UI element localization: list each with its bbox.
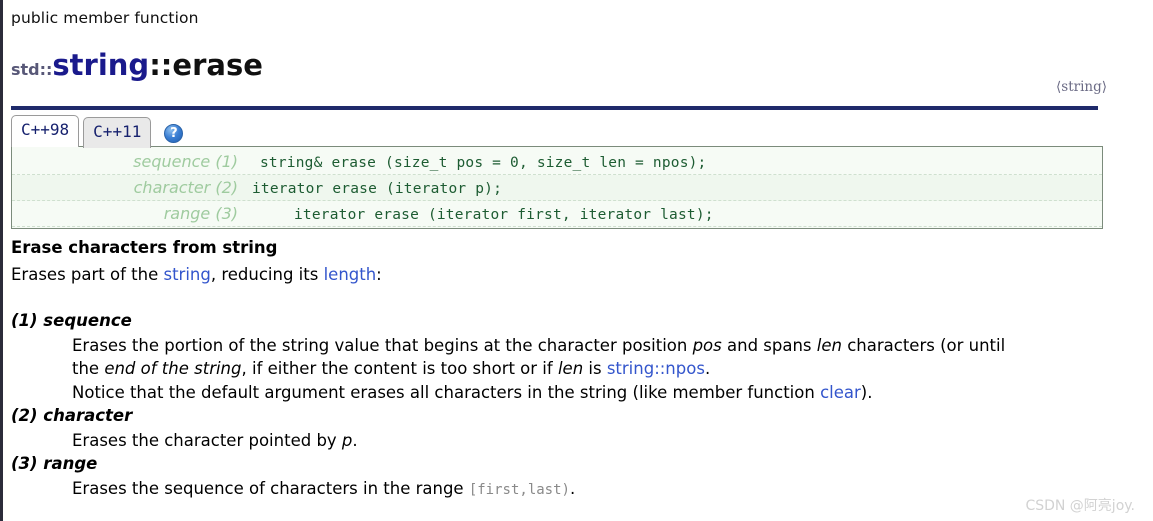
inline-text: and spans <box>721 335 817 355</box>
variant-heading-character: (2) character <box>11 406 133 426</box>
inline-parameter: len <box>557 359 584 379</box>
title-row: std::string::erase ⟨string⟩ <box>11 29 1153 100</box>
intro-text-3: : <box>376 265 382 285</box>
signature-code-character: iterator erase (iterator p); <box>252 181 503 198</box>
inline-text: . <box>352 430 358 450</box>
inline-text: Erases the sequence of characters in the… <box>72 478 469 498</box>
inline-code: [first,last) <box>468 481 570 498</box>
signature-label-sequence: sequence (1) <box>133 152 238 172</box>
title-divider <box>11 106 1098 111</box>
inline-text: Erases the portion of the string value t… <box>72 335 693 355</box>
function-name: erase <box>172 48 263 83</box>
signature-table: sequence (1) string& erase (size_t pos =… <box>11 146 1103 230</box>
inline-parameter: end of the string <box>104 359 242 379</box>
link-string[interactable]: string <box>163 265 210 284</box>
help-icon[interactable]: ? <box>164 124 184 144</box>
variant-line: Erases the sequence of characters in the… <box>72 477 1153 501</box>
signature-code-range: iterator erase (iterator first, iterator… <box>294 207 714 224</box>
version-tab-bar: C++98 C++11 ? <box>11 115 1153 149</box>
inline-text: is <box>583 359 607 379</box>
signature-row-character: character (2) iterator erase (iterator p… <box>12 175 1102 202</box>
variant-line: Erases the character pointed by p. <box>72 429 1153 452</box>
description-title: Erase characters from string <box>11 238 278 258</box>
tab-cpp11[interactable]: C++11 <box>83 117 152 149</box>
variant-body-sequence: Erases the portion of the string value t… <box>11 334 1153 404</box>
inline-parameter: pos <box>692 335 722 355</box>
inline-link[interactable]: string::npos <box>607 359 705 378</box>
inline-text: . <box>704 359 711 379</box>
class-name: string <box>52 48 150 83</box>
signature-row-range: range (3) iterator erase (iterator first… <box>12 201 1102 228</box>
signature-code-sequence: string& erase (size_t pos = 0, size_t le… <box>260 155 707 172</box>
inline-text: Erases the character pointed by <box>72 430 342 450</box>
inline-text: the <box>72 359 105 379</box>
watermark: CSDN @阿亮joy. <box>1025 498 1135 514</box>
variant-body-range: Erases the sequence of characters in the… <box>11 477 1153 501</box>
inline-text: , if either the content is too short or … <box>241 359 558 379</box>
variant-heading-range: (3) range <box>11 454 98 474</box>
inline-text: characters (or until <box>841 335 1006 355</box>
page-left-border <box>0 0 3 521</box>
inline-parameter: len <box>816 335 842 355</box>
inline-text: Notice that the default argument erases … <box>72 382 821 402</box>
variant-body-character: Erases the character pointed by p. <box>11 429 1153 452</box>
header-include-reference: ⟨string⟩ <box>1056 79 1107 96</box>
tab-cpp98[interactable]: C++98 <box>11 115 80 148</box>
scope-operator: :: <box>149 48 173 83</box>
signature-row-sequence: sequence (1) string& erase (size_t pos =… <box>12 149 1102 176</box>
inline-link[interactable]: clear <box>820 383 861 402</box>
function-kind-label: public member function <box>11 9 199 27</box>
inline-text: ). <box>860 382 873 402</box>
signature-label-range: range (3) <box>163 204 238 224</box>
inline-parameter: p <box>341 430 353 450</box>
signature-label-character: character (2) <box>133 178 238 198</box>
intro-text-2: , reducing its <box>210 265 324 285</box>
inline-text: . <box>569 478 576 498</box>
reference-page: public member function std::string::eras… <box>11 0 1153 521</box>
description-intro: Erases part of the string, reducing its … <box>11 263 1153 287</box>
variant-line: Erases the portion of the string value t… <box>72 334 1153 357</box>
page-title: std::string::erase <box>11 50 263 80</box>
link-length[interactable]: length <box>324 265 377 284</box>
variant-heading-sequence: (1) sequence <box>11 311 132 331</box>
variant-descriptions: (1) sequence Erases the portion of the s… <box>11 309 1153 501</box>
intro-text-1: Erases part of the <box>11 265 164 285</box>
namespace-prefix: std:: <box>11 60 53 80</box>
variant-line: Notice that the default argument erases … <box>72 381 1153 404</box>
variant-line: the end of the string, if either the con… <box>72 357 1153 380</box>
